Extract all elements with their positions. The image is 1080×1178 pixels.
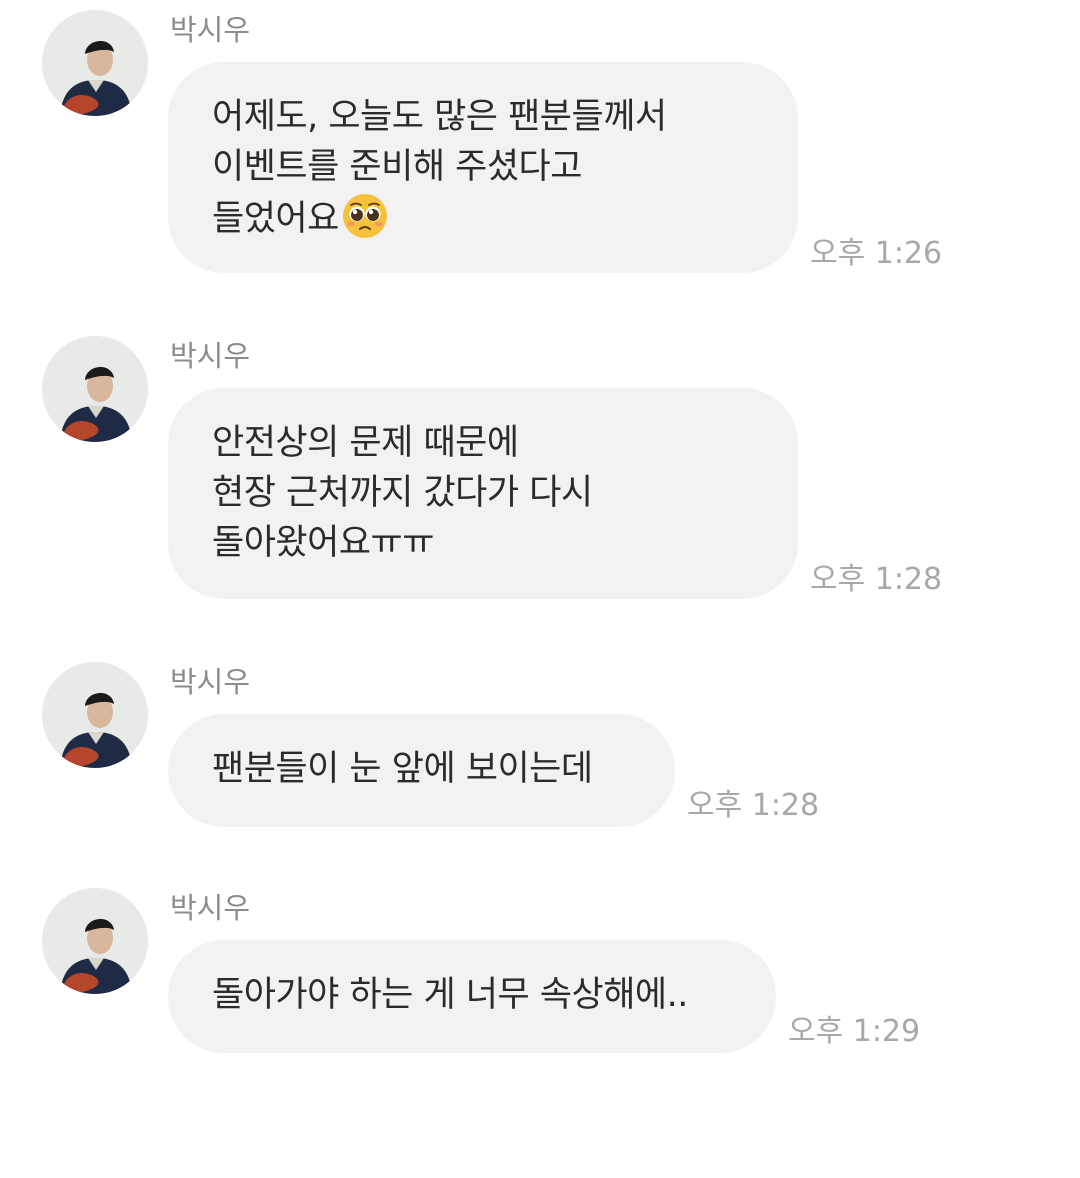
pleading-face-icon (341, 192, 389, 240)
message-bubble[interactable]: 안전상의 문제 때문에 현장 근처까지 갔다가 다시 돌아왔어요ㅠㅠ (168, 388, 798, 599)
avatar[interactable] (42, 662, 148, 768)
avatar[interactable] (42, 888, 148, 994)
message-item: 박시우 어제도, 오늘도 많은 팬분들께서 이벤트를 준비해 주셨다고 들었어요… (0, 0, 1080, 300)
message-text: 어제도, 오늘도 많은 팬분들께서 이벤트를 준비해 주셨다고 들었어요 (212, 97, 667, 239)
message-text: 팬분들이 눈 앞에 보이는데 (212, 749, 593, 789)
message-time: 오후 1:28 (810, 562, 943, 597)
message-text: 안전상의 문제 때문에 현장 근처까지 갔다가 다시 돌아왔어요ㅠㅠ (212, 423, 593, 563)
sender-name: 박시우 (170, 339, 251, 373)
sender-name: 박시우 (170, 665, 251, 699)
message-item: 박시우 돌아가야 하는 게 너무 속상해에.. 오후 1:29 (0, 878, 1080, 1178)
sender-name: 박시우 (170, 13, 251, 47)
message-bubble[interactable]: 돌아가야 하는 게 너무 속상해에.. (168, 940, 776, 1053)
avatar[interactable] (42, 336, 148, 442)
message-time: 오후 1:26 (810, 236, 943, 271)
message-bubble[interactable]: 어제도, 오늘도 많은 팬분들께서 이벤트를 준비해 주셨다고 들었어요 (168, 62, 798, 273)
message-item: 박시우 안전상의 문제 때문에 현장 근처까지 갔다가 다시 돌아왔어요ㅠㅠ 오… (0, 326, 1080, 626)
message-bubble[interactable]: 팬분들이 눈 앞에 보이는데 (168, 714, 675, 827)
message-text: 돌아가야 하는 게 너무 속상해에.. (212, 975, 688, 1015)
sender-name: 박시우 (170, 891, 251, 925)
message-time: 오후 1:29 (788, 1014, 921, 1049)
message-time: 오후 1:28 (687, 788, 820, 823)
avatar[interactable] (42, 10, 148, 116)
